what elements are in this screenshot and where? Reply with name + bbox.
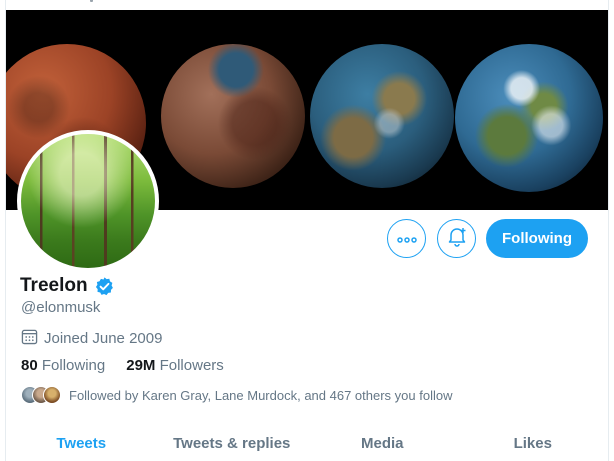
followed-by-text: Followed by Karen Gray, Lane Murdock, an… — [69, 387, 453, 403]
followers-label: Followers — [159, 357, 224, 374]
tab-tweets-and-replies[interactable]: Tweets & replies — [157, 423, 308, 461]
verified-badge-icon — [94, 276, 115, 297]
profile-avatar[interactable] — [17, 130, 159, 272]
tab-tweets[interactable]: Tweets — [6, 423, 157, 461]
follow-stats: 80 Following 29M Followers — [21, 357, 224, 374]
followed-by-avatars — [21, 386, 61, 404]
tab-label: Tweets & replies — [173, 435, 291, 452]
column-border-right — [608, 0, 609, 461]
profile-tabs: Tweets Tweets & replies Media Likes — [6, 423, 608, 461]
cropped-fragment — [90, 0, 93, 2]
handle: @elonmusk — [21, 299, 101, 316]
following-count: 80 — [21, 357, 38, 374]
planet-terraform-stage-1 — [161, 44, 305, 188]
more-icon — [396, 230, 417, 248]
followed-by[interactable]: Followed by Karen Gray, Lane Murdock, an… — [21, 386, 452, 404]
name-row: Treelon — [20, 275, 115, 297]
display-name: Treelon — [20, 275, 88, 296]
joined-text: Joined June 2009 — [44, 330, 163, 347]
following-button-label: Following — [502, 230, 572, 247]
notifications-button[interactable] — [437, 219, 476, 258]
calendar-icon — [21, 328, 38, 349]
more-button[interactable] — [387, 219, 426, 258]
following-button[interactable]: Following — [486, 219, 588, 258]
planet-terraformed — [455, 44, 603, 192]
followers-count: 29M — [126, 357, 156, 374]
tab-label: Likes — [513, 435, 552, 452]
bell-plus-icon — [446, 225, 468, 252]
profile-page: Following Treelon @elonmusk Joined June … — [0, 0, 614, 461]
followers-stat[interactable]: 29M Followers — [126, 357, 224, 374]
following-stat[interactable]: 80 Following — [21, 357, 105, 374]
following-label: Following — [41, 357, 106, 374]
mini-avatar — [43, 386, 61, 404]
top-strip — [6, 0, 608, 10]
tab-media[interactable]: Media — [307, 423, 458, 461]
tab-label: Media — [360, 435, 404, 452]
tab-likes[interactable]: Likes — [458, 423, 609, 461]
tab-label: Tweets — [56, 435, 107, 452]
avatar-forest-light — [21, 134, 155, 268]
planet-terraform-stage-2 — [310, 44, 454, 188]
joined-date: Joined June 2009 — [21, 328, 162, 349]
